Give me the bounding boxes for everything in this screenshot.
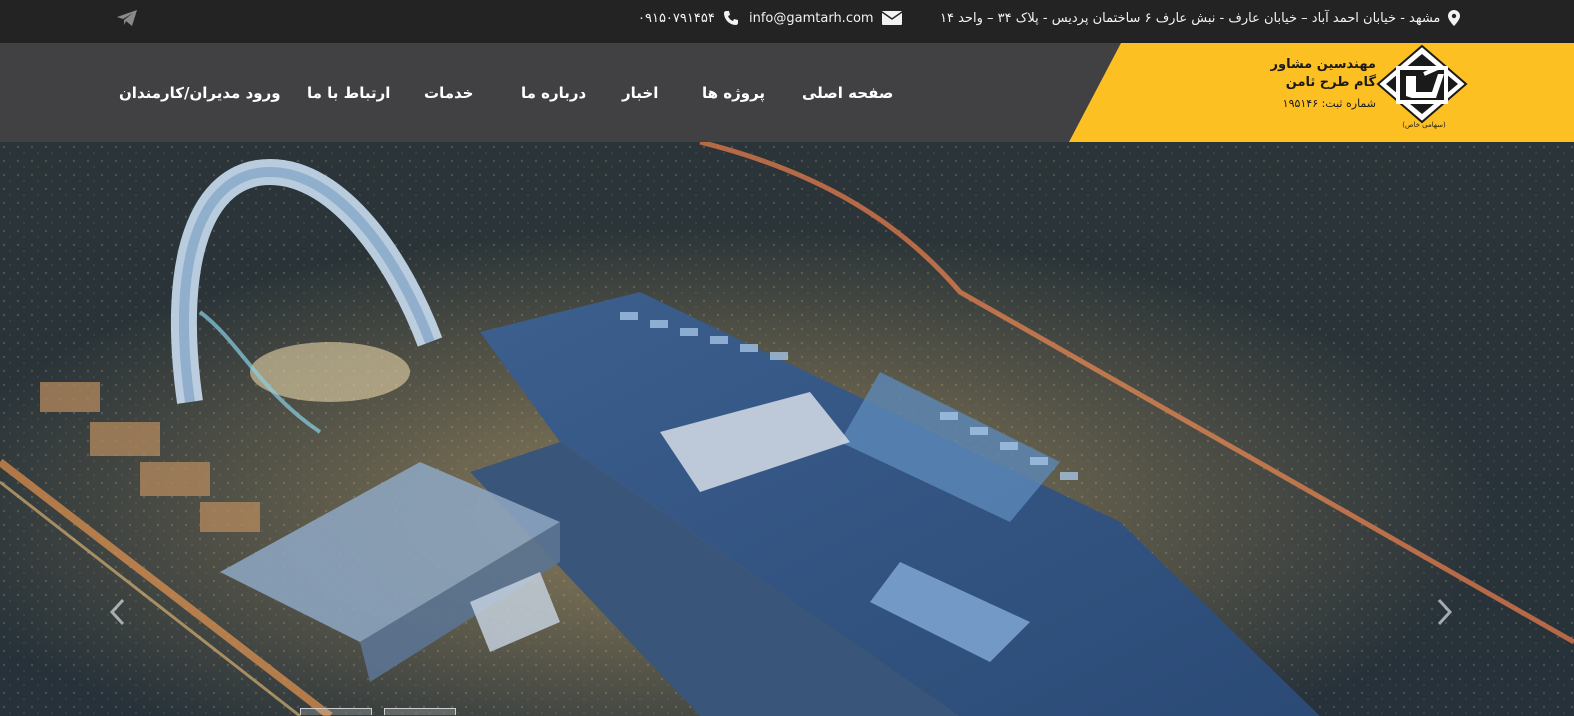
- email-contact[interactable]: info@gamtarh.com: [749, 0, 902, 36]
- slider-next-button[interactable]: [1430, 592, 1460, 632]
- company-type: مهندسین مشاور: [1270, 57, 1377, 72]
- address-text: مشهد - خیابان احمد آباد – خیابان عارف - …: [940, 10, 1441, 26]
- nav-item-contact[interactable]: ارتباط با ما: [307, 43, 390, 142]
- aerial-city-render-image: [0, 142, 1574, 716]
- slide-indicator[interactable]: [384, 708, 456, 715]
- logo-subtitle: (سهامی خاص): [1402, 121, 1446, 129]
- nav-item-services[interactable]: خدمات: [424, 43, 473, 142]
- envelope-icon: [881, 11, 902, 25]
- phone-icon: [723, 11, 738, 25]
- address-contact: مشهد - خیابان احمد آباد – خیابان عارف - …: [940, 0, 1461, 36]
- top-contact-bar: ۰۹۱۵۰۷۹۱۴۵۴ info@gamtarh.com مشهد - خیاب…: [0, 0, 1574, 43]
- company-name: گام طرح ثامن: [1285, 75, 1376, 90]
- slider-indicators: [300, 708, 456, 715]
- slide-indicator[interactable]: [300, 708, 372, 715]
- nav-item-about[interactable]: درباره ما: [521, 43, 586, 142]
- company-name-block: مهندسین مشاور گام طرح ثامن شماره ثبت: ۱۹…: [1271, 56, 1377, 114]
- nav-item-projects[interactable]: پروژه ها: [702, 43, 765, 142]
- chevron-right-icon: [1437, 598, 1453, 626]
- nav-item-home[interactable]: صفحه اصلی: [802, 43, 893, 142]
- map-marker-icon: [1448, 10, 1461, 26]
- nav-item-staff-login[interactable]: ورود مدیران/کارمندان: [119, 43, 281, 142]
- registration-number: شماره ثبت: ۱۹۵۱۴۶: [1282, 97, 1376, 110]
- main-menu: صفحه اصلی پروژه ها اخبار درباره ما خدمات…: [0, 43, 1080, 142]
- telegram-link[interactable]: [116, 0, 138, 36]
- slider-prev-button[interactable]: [102, 592, 132, 632]
- hero-slider[interactable]: [0, 142, 1574, 716]
- email-address[interactable]: info@gamtarh.com: [749, 11, 874, 26]
- chevron-left-icon: [109, 598, 125, 626]
- telegram-icon: [117, 10, 137, 26]
- nav-item-news[interactable]: اخبار: [622, 43, 658, 142]
- phone-contact[interactable]: ۰۹۱۵۰۷۹۱۴۵۴: [638, 0, 739, 36]
- phone-number[interactable]: ۰۹۱۵۰۷۹۱۴۵۴: [638, 11, 715, 26]
